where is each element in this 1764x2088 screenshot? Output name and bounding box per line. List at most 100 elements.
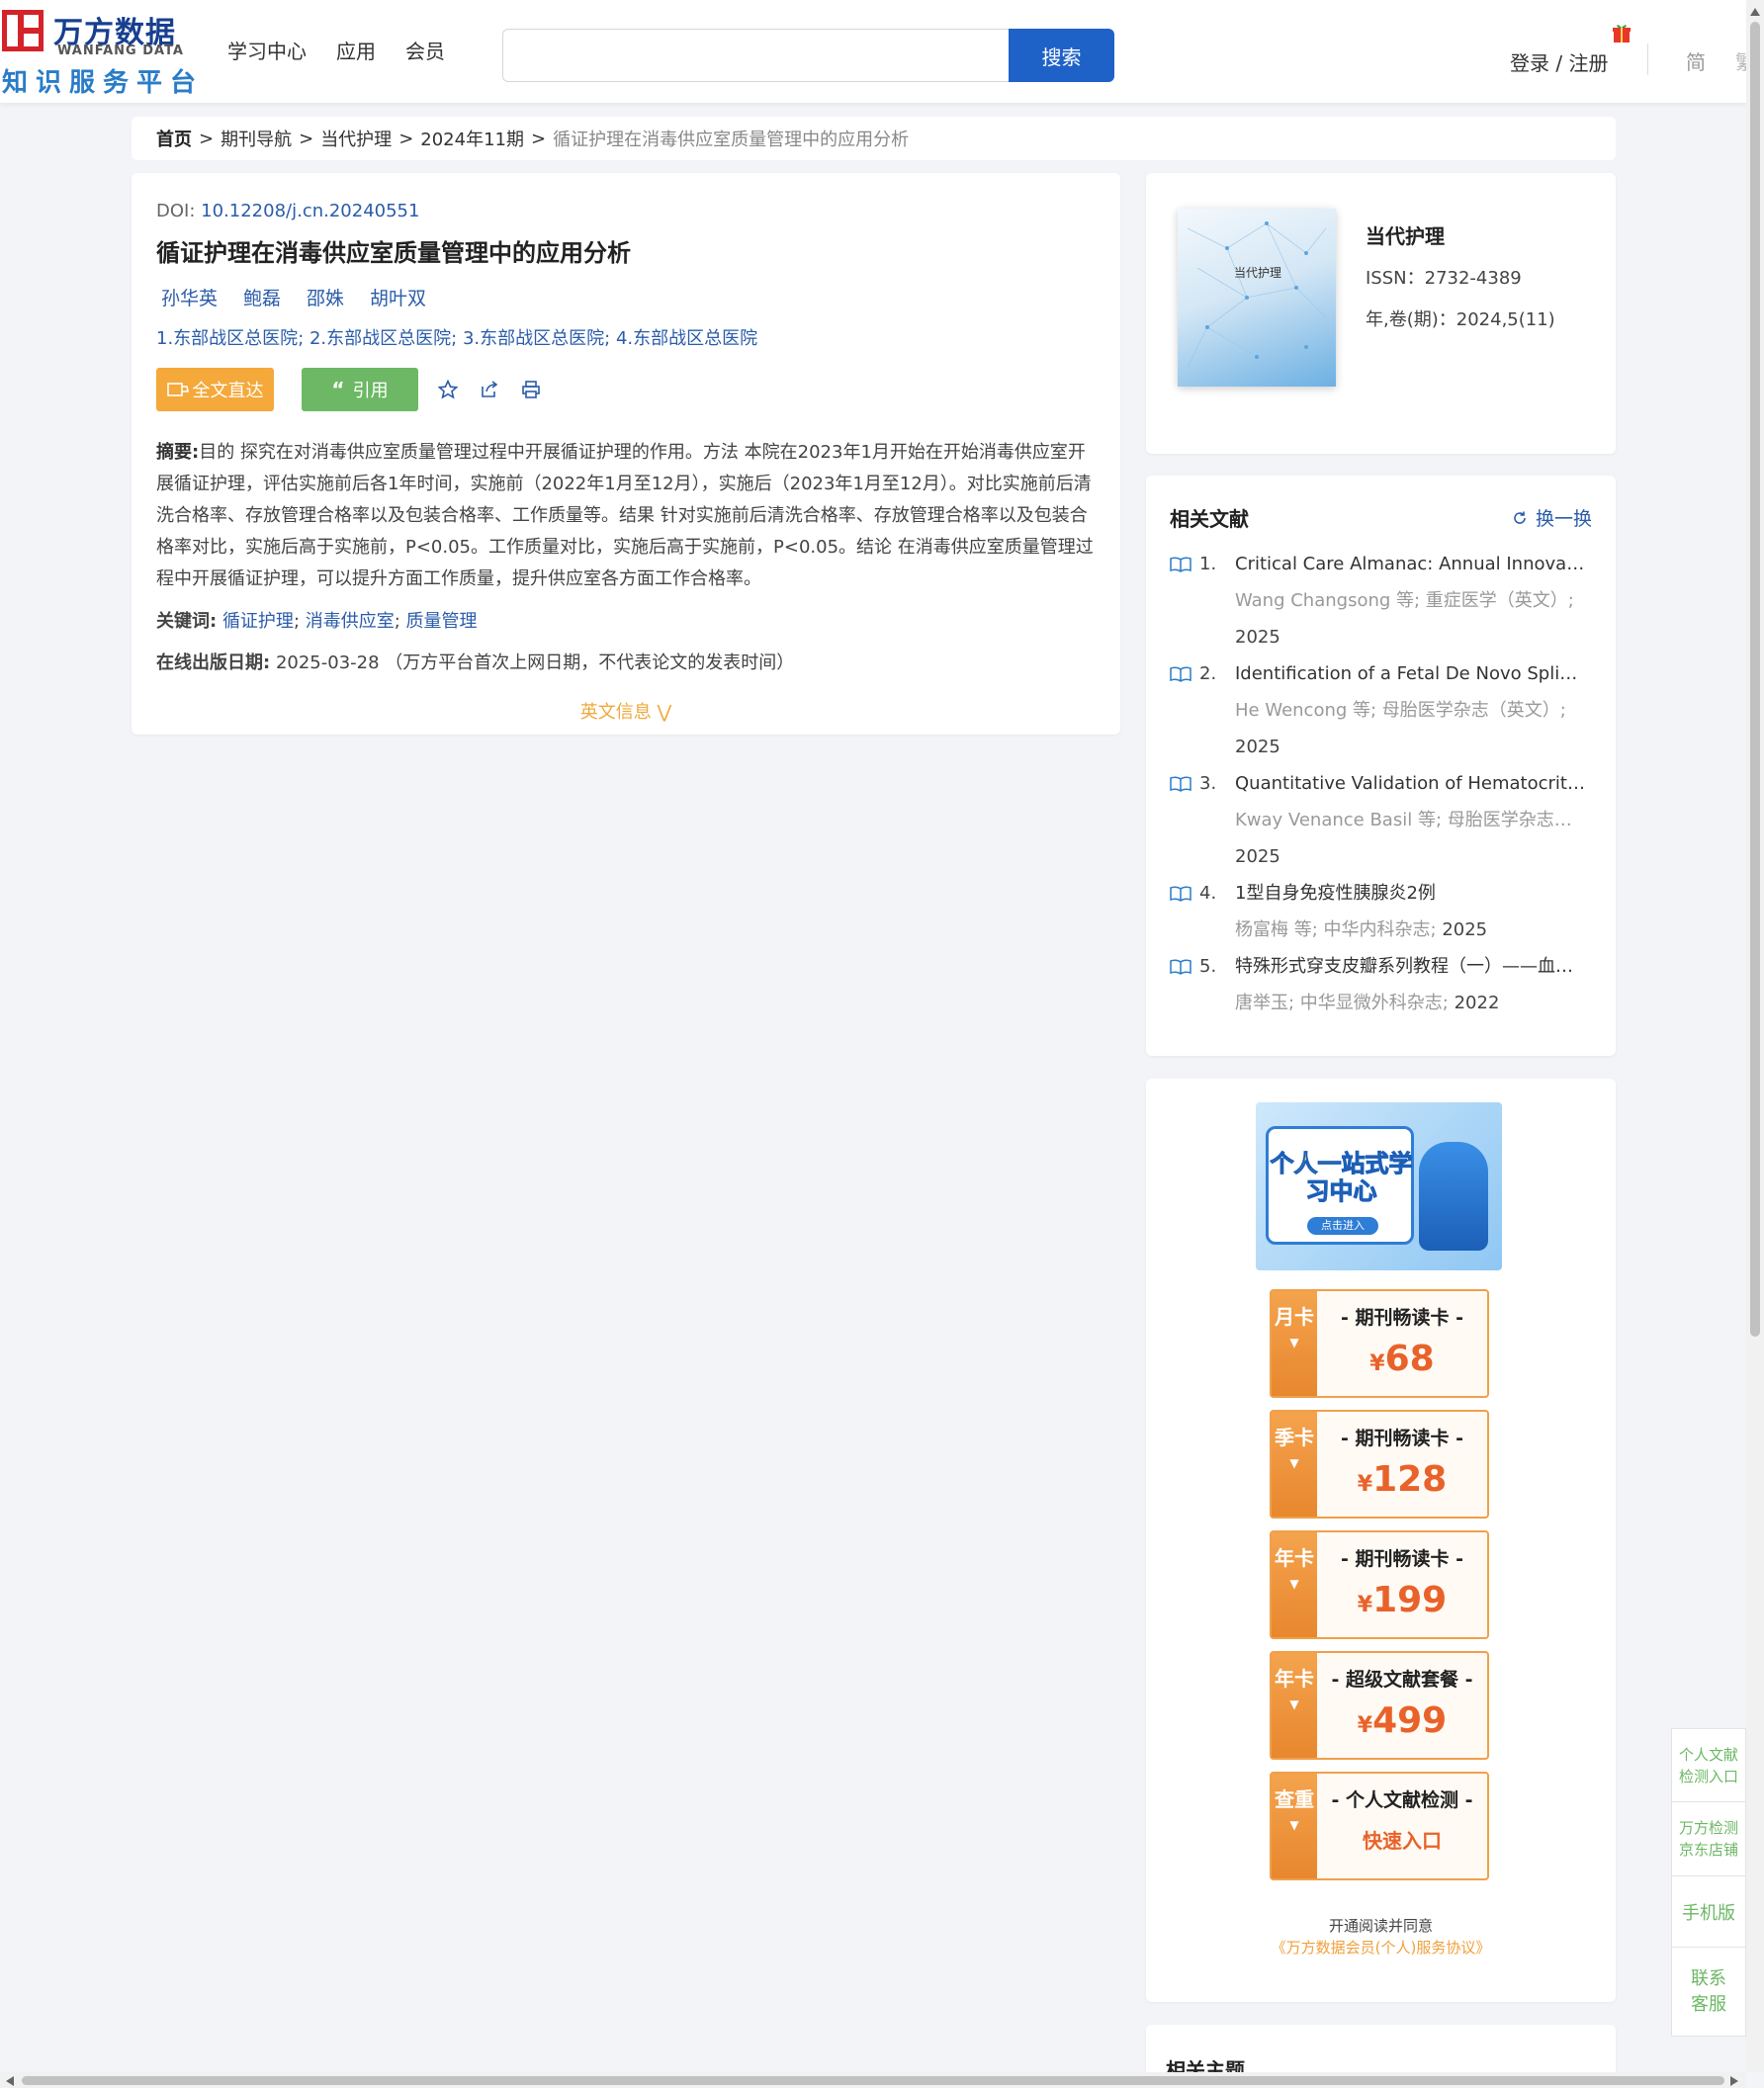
robot-illustration-icon xyxy=(1419,1142,1488,1251)
related-title: 相关文献 xyxy=(1170,507,1249,531)
open-book-icon xyxy=(1170,959,1191,975)
price-value: 199 xyxy=(1372,1580,1448,1620)
scroll-left-arrow-icon[interactable] xyxy=(6,2076,14,2086)
wanfang-logo[interactable]: 万方数据 WANFANG DATA 知识服务平台 xyxy=(2,8,196,98)
keyword-link[interactable]: 循证护理 xyxy=(222,611,294,632)
journal-name-link[interactable]: 当代护理 xyxy=(1366,220,1445,249)
plan-quarterly-card[interactable]: 季卡 ▼ - 期刊畅读卡 - ¥128 xyxy=(1270,1410,1489,1519)
share-icon[interactable] xyxy=(478,378,501,401)
related-item-title[interactable]: Quantitative Validation of Hematocrit Pe… xyxy=(1235,765,1587,802)
org-link[interactable]: 东部战区总医院 xyxy=(326,328,451,349)
search-input[interactable] xyxy=(502,29,1009,82)
nav-apps[interactable]: 应用 xyxy=(336,36,376,64)
breadcrumb-journal-nav[interactable]: 期刊导航 xyxy=(220,126,292,151)
logo-subtitle: 知识服务平台 xyxy=(2,68,205,98)
open-book-icon xyxy=(1170,666,1191,682)
org-link[interactable]: 东部战区总医院 xyxy=(480,328,604,349)
keyword-link[interactable]: 消毒供应室 xyxy=(306,611,395,632)
cite-label: 引用 xyxy=(352,381,389,401)
open-book-icon xyxy=(1170,557,1191,572)
float-contact-service[interactable]: 联系客服 xyxy=(1671,1948,1746,2037)
lang-simplified[interactable]: 简 xyxy=(1686,46,1706,75)
quote-icon: “ xyxy=(331,378,345,401)
scroll-up-arrow-icon[interactable] xyxy=(1750,8,1760,16)
author-link[interactable]: 邵姝 xyxy=(307,284,344,310)
favorite-star-icon[interactable] xyxy=(436,378,460,401)
journal-cover-image[interactable]: 当代护理 xyxy=(1178,209,1336,387)
org-number: 3. xyxy=(462,328,481,349)
float-mobile-version[interactable]: 手机版 xyxy=(1671,1876,1746,1948)
english-info-toggle[interactable]: 英文信息 ⋁ xyxy=(156,698,1096,724)
search-button[interactable]: 搜索 xyxy=(1009,29,1114,82)
float-jd-store[interactable]: 万方检测京东店铺 xyxy=(1671,1802,1746,1876)
banner-enter-button[interactable]: 点击进入 xyxy=(1307,1217,1378,1235)
cover-title: 当代护理 xyxy=(1234,266,1282,280)
related-item-title[interactable]: Critical Care Almanac: Annual Innovation… xyxy=(1235,546,1587,582)
refresh-label: 换一换 xyxy=(1535,508,1592,530)
nav-membership[interactable]: 会员 xyxy=(405,36,445,64)
pubdate-value: 2025-03-28 xyxy=(275,652,380,673)
currency-symbol: ¥ xyxy=(1357,1593,1373,1617)
vertical-scroll-thumb[interactable] xyxy=(1750,22,1760,1337)
plan-tag-text: 查重 xyxy=(1275,1787,1314,1811)
fulltext-icon xyxy=(166,383,189,396)
plan-name: - 个人文献检测 - xyxy=(1331,1789,1473,1811)
breadcrumb-separator: > xyxy=(531,128,547,149)
org-link[interactable]: 东部战区总医院 xyxy=(173,328,298,349)
author-link[interactable]: 孙华英 xyxy=(161,284,218,310)
author-link[interactable]: 胡叶双 xyxy=(370,284,426,310)
keywords-label: 关键词: xyxy=(156,611,218,632)
related-item-title[interactable]: 1型自身免疫性胰腺炎2例 xyxy=(1235,875,1587,912)
author-link[interactable]: 鲍磊 xyxy=(243,284,281,310)
vertical-scrollbar[interactable] xyxy=(1746,0,1764,2072)
main-nav: 学习中心 应用 会员 xyxy=(227,36,445,64)
breadcrumb-separator: > xyxy=(199,128,215,149)
abstract-label: 摘要: xyxy=(156,442,200,463)
scroll-right-arrow-icon[interactable] xyxy=(1730,2076,1738,2086)
horizontal-scroll-thumb[interactable] xyxy=(22,2076,1724,2085)
plan-name: - 超级文献套餐 - xyxy=(1331,1669,1473,1691)
breadcrumb-journal[interactable]: 当代护理 xyxy=(320,126,392,151)
doi-line: DOI: 10.12208/j.cn.20240551 xyxy=(156,201,1096,221)
breadcrumb-issue[interactable]: 2024年11期 xyxy=(420,126,524,151)
org-link[interactable]: 东部战区总医院 xyxy=(633,328,757,349)
related-item-number: 2. xyxy=(1199,663,1217,684)
plan-monthly-card[interactable]: 月卡 ▼ - 期刊畅读卡 - ¥68 xyxy=(1270,1289,1489,1398)
doi-link[interactable]: 10.12208/j.cn.20240551 xyxy=(201,201,419,221)
related-item-title[interactable]: Identification of a Fetal De Novo Splice… xyxy=(1235,655,1587,692)
nav-learning-center[interactable]: 学习中心 xyxy=(227,36,307,64)
breadcrumb-home[interactable]: 首页 xyxy=(156,126,192,151)
refresh-button[interactable]: 换一换 xyxy=(1512,504,1592,531)
doi-label: DOI: xyxy=(156,201,196,221)
lang-traditional[interactable]: 繁 xyxy=(1735,46,1746,75)
horizontal-scrollbar[interactable] xyxy=(0,2072,1746,2088)
related-item-title[interactable]: 特殊形式穿支皮瓣系列教程（一）——血流桥接 xyxy=(1235,948,1587,985)
related-item: 5. 特殊形式穿支皮瓣系列教程（一）——血流桥接 唐举玉; 中华显微外科杂志; 2… xyxy=(1170,948,1592,1021)
learning-center-banner[interactable]: 个人一站式学习中心 点击进入 xyxy=(1256,1102,1502,1270)
price-value: 499 xyxy=(1372,1700,1448,1741)
gift-icon[interactable] xyxy=(1611,22,1632,44)
cite-button[interactable]: “ 引用 xyxy=(302,368,418,411)
related-item-number: 5. xyxy=(1199,956,1217,977)
plan-plagiarism-check-card[interactable]: 查重 ▼ - 个人文献检测 - 快速入口 xyxy=(1270,1772,1489,1880)
plan-super-package-card[interactable]: 年卡 ▼ - 超级文献套餐 - ¥499 xyxy=(1270,1651,1489,1760)
logo-english-name: WANFANG DATA xyxy=(57,44,184,58)
related-item-number: 3. xyxy=(1199,773,1217,794)
float-personal-check-entry[interactable]: 个人文献检测入口 xyxy=(1671,1728,1746,1802)
keywords-line: 关键词: 循证护理; 消毒供应室; 质量管理 xyxy=(156,611,478,632)
currency-symbol: ¥ xyxy=(1357,1713,1373,1738)
plan-tag: 季卡 ▼ xyxy=(1272,1412,1317,1517)
membership-promo-card: 个人一站式学习中心 点击进入 月卡 ▼ - 期刊畅读卡 - ¥68 季卡 ▼ - 期… xyxy=(1146,1079,1616,2002)
print-icon[interactable] xyxy=(519,378,543,401)
plan-tag: 查重 ▼ xyxy=(1272,1774,1317,1878)
keyword-link[interactable]: 质量管理 xyxy=(406,611,478,632)
abstract-text: 目的 探究在对消毒供应室质量管理过程中开展循证护理的作用。方法 本院在2023年… xyxy=(156,442,1094,589)
plan-yearly-card[interactable]: 年卡 ▼ - 期刊畅读卡 - ¥199 xyxy=(1270,1530,1489,1639)
agreement-text: 开通阅读并同意 xyxy=(1328,1917,1433,1935)
service-agreement-link[interactable]: 《万方数据会员(个人)服务协议》 xyxy=(1146,1937,1616,1958)
fulltext-button[interactable]: 全文直达 xyxy=(156,368,274,411)
organization-list: 1.东部战区总医院; 2.东部战区总医院; 3.东部战区总医院; 4.东部战区总… xyxy=(156,328,758,349)
article-title: 循证护理在消毒供应室质量管理中的应用分析 xyxy=(156,239,631,267)
org-number: 1. xyxy=(156,328,174,349)
login-register-link[interactable]: 登录 / 注册 xyxy=(1510,47,1608,76)
